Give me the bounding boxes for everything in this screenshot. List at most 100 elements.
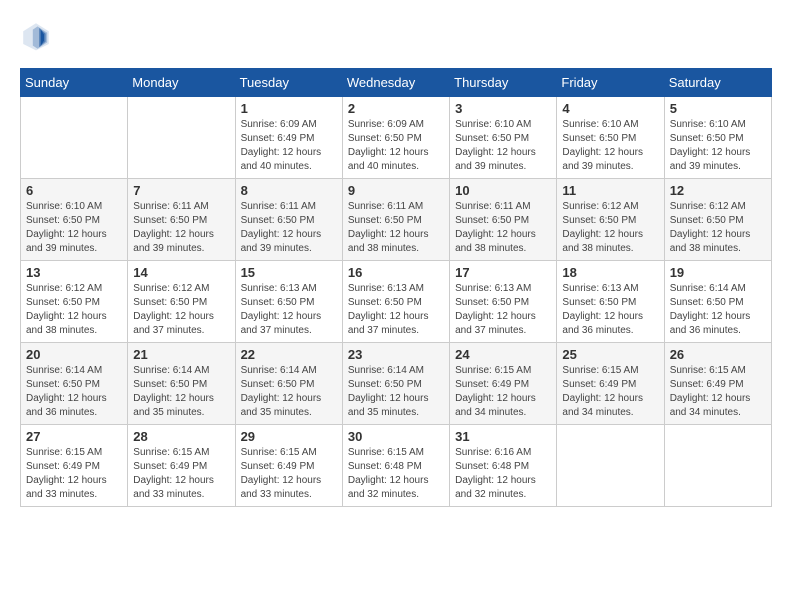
day-number: 6	[26, 183, 122, 198]
day-detail: Sunrise: 6:12 AM Sunset: 6:50 PM Dayligh…	[670, 200, 766, 256]
day-number: 22	[241, 347, 337, 362]
logo	[20, 20, 56, 52]
day-detail: Sunrise: 6:15 AM Sunset: 6:49 PM Dayligh…	[562, 364, 658, 420]
calendar-cell: 11 Sunrise: 6:12 AM Sunset: 6:50 PM Dayli…	[557, 179, 664, 261]
day-number: 4	[562, 101, 658, 116]
col-header-thursday: Thursday	[450, 69, 557, 97]
col-header-sunday: Sunday	[21, 69, 128, 97]
col-header-wednesday: Wednesday	[342, 69, 449, 97]
calendar-cell: 3 Sunrise: 6:10 AM Sunset: 6:50 PM Daylig…	[450, 97, 557, 179]
calendar-cell: 4 Sunrise: 6:10 AM Sunset: 6:50 PM Daylig…	[557, 97, 664, 179]
calendar-week-row: 27 Sunrise: 6:15 AM Sunset: 6:49 PM Dayli…	[21, 425, 772, 507]
day-number: 1	[241, 101, 337, 116]
day-detail: Sunrise: 6:09 AM Sunset: 6:49 PM Dayligh…	[241, 118, 337, 174]
calendar-cell: 9 Sunrise: 6:11 AM Sunset: 6:50 PM Daylig…	[342, 179, 449, 261]
day-detail: Sunrise: 6:15 AM Sunset: 6:49 PM Dayligh…	[26, 446, 122, 502]
calendar-cell: 30Sunrise: 6:15 AM Sunset: 6:48 PM Dayli…	[342, 425, 449, 507]
calendar-cell: 2 Sunrise: 6:09 AM Sunset: 6:50 PM Daylig…	[342, 97, 449, 179]
day-number: 9	[348, 183, 444, 198]
day-number: 24	[455, 347, 551, 362]
day-number: 30	[348, 429, 444, 444]
col-header-monday: Monday	[128, 69, 235, 97]
day-detail: Sunrise: 6:10 AM Sunset: 6:50 PM Dayligh…	[26, 200, 122, 256]
calendar-cell: 31 Sunrise: 6:16 AM Sunset: 6:48 PM Dayli…	[450, 425, 557, 507]
day-detail: Sunrise: 6:14 AM Sunset: 6:50 PM Dayligh…	[348, 364, 444, 420]
calendar-cell: 18 Sunrise: 6:13 AM Sunset: 6:50 PM Dayli…	[557, 261, 664, 343]
calendar-cell: 8 Sunrise: 6:11 AM Sunset: 6:50 PM Daylig…	[235, 179, 342, 261]
day-detail: Sunrise: 6:13 AM Sunset: 6:50 PM Dayligh…	[562, 282, 658, 338]
calendar-cell: 7 Sunrise: 6:11 AM Sunset: 6:50 PM Daylig…	[128, 179, 235, 261]
day-number: 28	[133, 429, 229, 444]
day-number: 23	[348, 347, 444, 362]
day-detail: Sunrise: 6:11 AM Sunset: 6:50 PM Dayligh…	[133, 200, 229, 256]
day-number: 21	[133, 347, 229, 362]
day-number: 31	[455, 429, 551, 444]
day-detail: Sunrise: 6:12 AM Sunset: 6:50 PM Dayligh…	[562, 200, 658, 256]
day-number: 20	[26, 347, 122, 362]
day-number: 25	[562, 347, 658, 362]
day-detail: Sunrise: 6:15 AM Sunset: 6:49 PM Dayligh…	[455, 364, 551, 420]
day-number: 11	[562, 183, 658, 198]
day-detail: Sunrise: 6:10 AM Sunset: 6:50 PM Dayligh…	[562, 118, 658, 174]
calendar-cell	[21, 97, 128, 179]
calendar-cell	[664, 425, 771, 507]
day-number: 5	[670, 101, 766, 116]
calendar-week-row: 13 Sunrise: 6:12 AM Sunset: 6:50 PM Dayli…	[21, 261, 772, 343]
calendar-cell	[128, 97, 235, 179]
day-detail: Sunrise: 6:14 AM Sunset: 6:50 PM Dayligh…	[26, 364, 122, 420]
day-number: 27	[26, 429, 122, 444]
day-detail: Sunrise: 6:15 AM Sunset: 6:49 PM Dayligh…	[133, 446, 229, 502]
day-detail: Sunrise: 6:15 AM Sunset: 6:49 PM Dayligh…	[670, 364, 766, 420]
day-number: 13	[26, 265, 122, 280]
day-number: 7	[133, 183, 229, 198]
day-detail: Sunrise: 6:13 AM Sunset: 6:50 PM Dayligh…	[455, 282, 551, 338]
day-detail: Sunrise: 6:16 AM Sunset: 6:48 PM Dayligh…	[455, 446, 551, 502]
calendar-cell: 22 Sunrise: 6:14 AM Sunset: 6:50 PM Dayli…	[235, 343, 342, 425]
day-number: 2	[348, 101, 444, 116]
day-number: 15	[241, 265, 337, 280]
calendar-cell: 10Sunrise: 6:11 AM Sunset: 6:50 PM Dayli…	[450, 179, 557, 261]
calendar-cell: 16Sunrise: 6:13 AM Sunset: 6:50 PM Dayli…	[342, 261, 449, 343]
calendar-cell: 15Sunrise: 6:13 AM Sunset: 6:50 PM Dayli…	[235, 261, 342, 343]
day-detail: Sunrise: 6:15 AM Sunset: 6:49 PM Dayligh…	[241, 446, 337, 502]
calendar-cell: 17 Sunrise: 6:13 AM Sunset: 6:50 PM Dayli…	[450, 261, 557, 343]
calendar-cell: 27 Sunrise: 6:15 AM Sunset: 6:49 PM Dayli…	[21, 425, 128, 507]
calendar-cell: 12Sunrise: 6:12 AM Sunset: 6:50 PM Dayli…	[664, 179, 771, 261]
calendar-cell: 14 Sunrise: 6:12 AM Sunset: 6:50 PM Dayli…	[128, 261, 235, 343]
day-detail: Sunrise: 6:09 AM Sunset: 6:50 PM Dayligh…	[348, 118, 444, 174]
day-detail: Sunrise: 6:11 AM Sunset: 6:50 PM Dayligh…	[455, 200, 551, 256]
calendar-cell: 25 Sunrise: 6:15 AM Sunset: 6:49 PM Dayli…	[557, 343, 664, 425]
day-detail: Sunrise: 6:14 AM Sunset: 6:50 PM Dayligh…	[133, 364, 229, 420]
day-number: 26	[670, 347, 766, 362]
calendar-cell: 24 Sunrise: 6:15 AM Sunset: 6:49 PM Dayli…	[450, 343, 557, 425]
day-number: 3	[455, 101, 551, 116]
day-number: 8	[241, 183, 337, 198]
day-detail: Sunrise: 6:11 AM Sunset: 6:50 PM Dayligh…	[348, 200, 444, 256]
day-detail: Sunrise: 6:10 AM Sunset: 6:50 PM Dayligh…	[670, 118, 766, 174]
calendar-cell: 6 Sunrise: 6:10 AM Sunset: 6:50 PM Daylig…	[21, 179, 128, 261]
calendar-header-row: SundayMondayTuesdayWednesdayThursdayFrid…	[21, 69, 772, 97]
calendar-cell: 21 Sunrise: 6:14 AM Sunset: 6:50 PM Dayli…	[128, 343, 235, 425]
day-number: 16	[348, 265, 444, 280]
calendar-table: SundayMondayTuesdayWednesdayThursdayFrid…	[20, 68, 772, 507]
col-header-tuesday: Tuesday	[235, 69, 342, 97]
day-detail: Sunrise: 6:11 AM Sunset: 6:50 PM Dayligh…	[241, 200, 337, 256]
day-detail: Sunrise: 6:14 AM Sunset: 6:50 PM Dayligh…	[241, 364, 337, 420]
day-number: 14	[133, 265, 229, 280]
calendar-cell: 29Sunrise: 6:15 AM Sunset: 6:49 PM Dayli…	[235, 425, 342, 507]
calendar-cell: 23 Sunrise: 6:14 AM Sunset: 6:50 PM Dayli…	[342, 343, 449, 425]
calendar-week-row: 1 Sunrise: 6:09 AM Sunset: 6:49 PM Daylig…	[21, 97, 772, 179]
day-detail: Sunrise: 6:10 AM Sunset: 6:50 PM Dayligh…	[455, 118, 551, 174]
day-detail: Sunrise: 6:14 AM Sunset: 6:50 PM Dayligh…	[670, 282, 766, 338]
calendar-cell: 5 Sunrise: 6:10 AM Sunset: 6:50 PM Daylig…	[664, 97, 771, 179]
day-detail: Sunrise: 6:12 AM Sunset: 6:50 PM Dayligh…	[26, 282, 122, 338]
day-number: 18	[562, 265, 658, 280]
calendar-cell: 1 Sunrise: 6:09 AM Sunset: 6:49 PM Daylig…	[235, 97, 342, 179]
calendar-week-row: 20 Sunrise: 6:14 AM Sunset: 6:50 PM Dayli…	[21, 343, 772, 425]
calendar-cell: 13 Sunrise: 6:12 AM Sunset: 6:50 PM Dayli…	[21, 261, 128, 343]
day-detail: Sunrise: 6:12 AM Sunset: 6:50 PM Dayligh…	[133, 282, 229, 338]
calendar-week-row: 6 Sunrise: 6:10 AM Sunset: 6:50 PM Daylig…	[21, 179, 772, 261]
calendar-cell: 20 Sunrise: 6:14 AM Sunset: 6:50 PM Dayli…	[21, 343, 128, 425]
day-number: 17	[455, 265, 551, 280]
page-header	[20, 20, 772, 52]
